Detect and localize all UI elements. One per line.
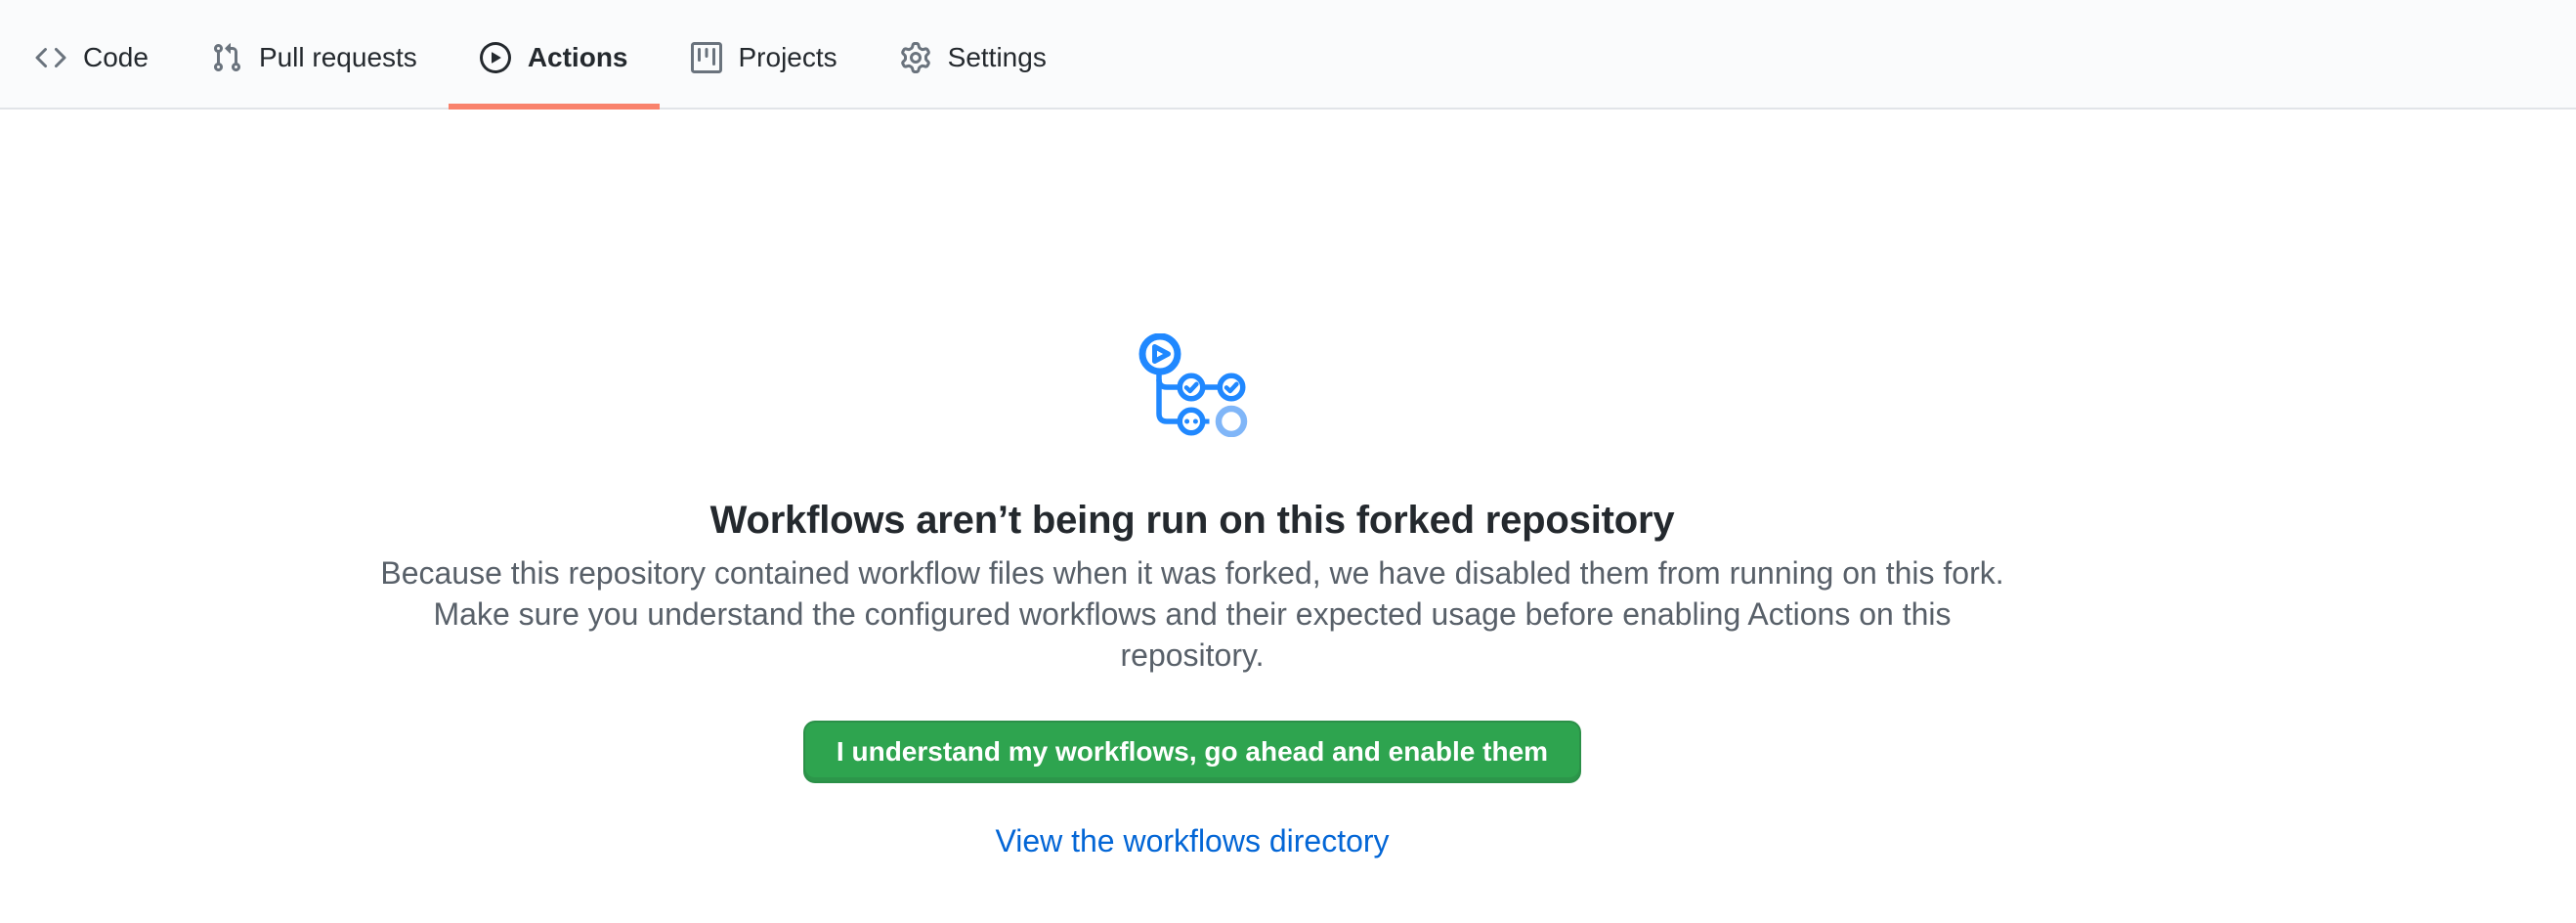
- tab-label: Code: [83, 44, 149, 71]
- tab-pull-requests[interactable]: Pull requests: [180, 8, 449, 108]
- gear-icon: [900, 42, 931, 73]
- tab-code[interactable]: Code: [4, 8, 180, 108]
- code-icon: [35, 42, 66, 73]
- tab-projects[interactable]: Projects: [660, 8, 869, 108]
- main-content: Workflows aren’t being run on this forke…: [0, 110, 2384, 861]
- project-board-icon: [691, 42, 722, 73]
- play-circle-icon: [480, 42, 511, 73]
- blankslate-heading: Workflows aren’t being run on this forke…: [710, 496, 1675, 545]
- tab-actions[interactable]: Actions: [449, 8, 660, 108]
- workflows-disabled-blankslate: Workflows aren’t being run on this forke…: [0, 110, 2384, 861]
- actions-page: Code Pull requests Actions Projects Sett: [0, 0, 2576, 861]
- tab-label: Pull requests: [259, 44, 417, 71]
- view-workflows-directory-link[interactable]: View the workflows directory: [995, 820, 1389, 861]
- git-pull-request-icon: [211, 42, 242, 73]
- enable-workflows-button[interactable]: I understand my workflows, go ahead and …: [803, 721, 1581, 783]
- tab-label: Actions: [528, 44, 628, 71]
- workflow-graph-icon: [1138, 333, 1248, 437]
- tab-label: Settings: [948, 44, 1047, 71]
- tab-label: Projects: [739, 44, 837, 71]
- blankslate-description: Because this repository contained workfl…: [371, 552, 2013, 676]
- repo-tab-nav: Code Pull requests Actions Projects Sett: [0, 0, 2576, 110]
- tab-settings[interactable]: Settings: [869, 8, 1078, 108]
